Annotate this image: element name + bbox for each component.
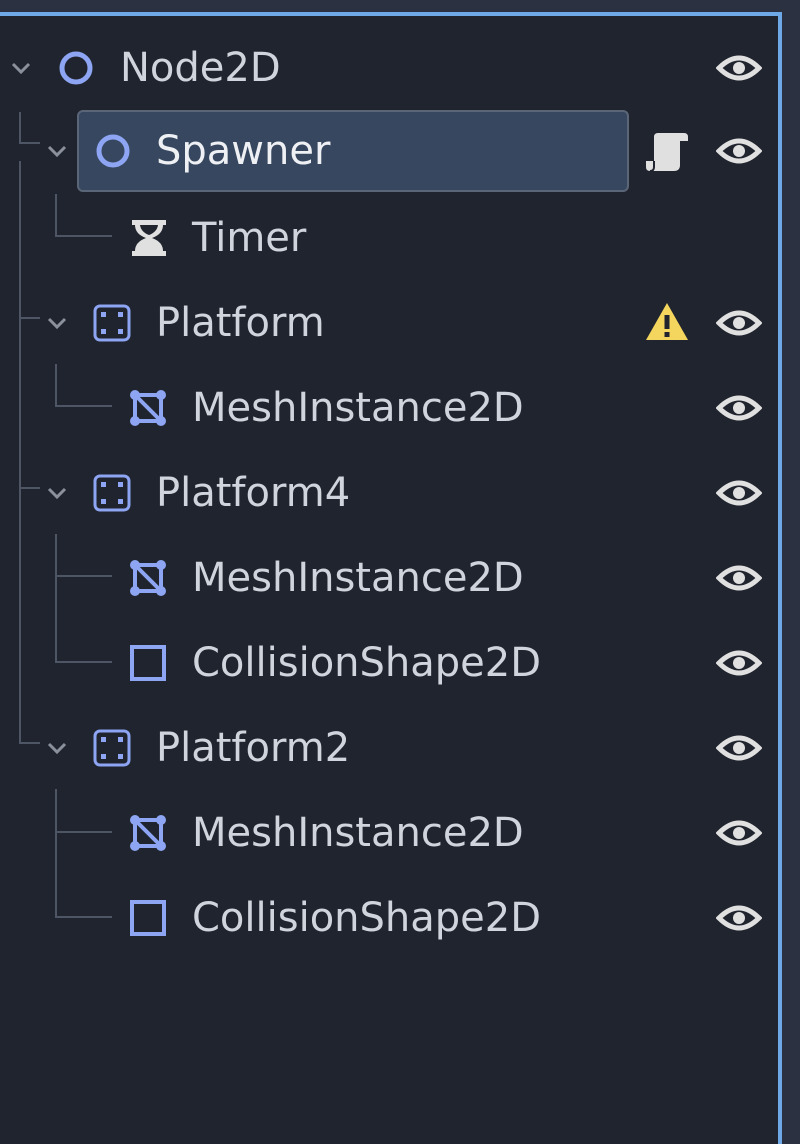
eye-visible-icon[interactable] <box>716 388 762 428</box>
node-label: Node2D <box>120 45 281 91</box>
eye-visible-icon[interactable] <box>716 813 762 853</box>
scene-tree-panel: Node2D Spawner Timer Platform MeshInstan… <box>0 12 782 1144</box>
node-label: CollisionShape2D <box>192 640 542 686</box>
node-label: MeshInstance2D <box>192 385 524 431</box>
collisionshape2d-square-icon <box>130 900 166 936</box>
eye-visible-icon[interactable] <box>716 558 762 598</box>
tree-item-timer[interactable]: Timer <box>0 199 778 277</box>
meshinstance2d-icon <box>130 390 166 426</box>
eye-visible-icon[interactable] <box>716 303 762 343</box>
node-label: Spawner <box>156 128 331 174</box>
area2d-dotted-rect-icon <box>93 304 131 342</box>
chevron-down-icon[interactable] <box>45 481 69 505</box>
node-label: CollisionShape2D <box>192 895 542 941</box>
eye-visible-icon[interactable] <box>716 473 762 513</box>
area2d-dotted-rect-icon <box>93 729 131 767</box>
node2d-circle-icon <box>96 134 130 168</box>
node-label: MeshInstance2D <box>192 555 524 601</box>
node-label: Platform4 <box>156 470 351 516</box>
tree-item-collisionshape2d[interactable]: CollisionShape2D <box>0 624 778 702</box>
eye-visible-icon[interactable] <box>716 48 762 88</box>
node-label: Platform2 <box>156 725 351 771</box>
hourglass-icon <box>132 220 166 256</box>
meshinstance2d-icon <box>130 560 166 596</box>
node-label: Platform <box>156 300 325 346</box>
node-label: MeshInstance2D <box>192 810 524 856</box>
chevron-down-icon[interactable] <box>45 139 69 163</box>
chevron-down-icon[interactable] <box>9 56 33 80</box>
chevron-down-icon[interactable] <box>45 736 69 760</box>
area2d-dotted-rect-icon <box>93 474 131 512</box>
tree-item-meshinstance2d[interactable]: MeshInstance2D <box>0 794 778 872</box>
meshinstance2d-icon <box>130 815 166 851</box>
chevron-down-icon[interactable] <box>45 311 69 335</box>
warning-icon[interactable] <box>644 301 690 343</box>
collisionshape2d-square-icon <box>130 645 166 681</box>
tree-item-collisionshape2d[interactable]: CollisionShape2D <box>0 879 778 957</box>
eye-visible-icon[interactable] <box>716 898 762 938</box>
tree-item-platform4[interactable]: Platform4 <box>0 454 778 532</box>
node2d-circle-icon <box>59 51 93 85</box>
tree-item-meshinstance2d[interactable]: MeshInstance2D <box>0 369 778 447</box>
eye-visible-icon[interactable] <box>716 728 762 768</box>
tree-item-meshinstance2d[interactable]: MeshInstance2D <box>0 539 778 617</box>
tree-item-spawner[interactable]: Spawner <box>0 110 778 192</box>
tree-item-platform[interactable]: Platform <box>0 284 778 362</box>
node-label: Timer <box>192 215 307 261</box>
tree-item-platform2[interactable]: Platform2 <box>0 709 778 787</box>
tree-item-node2d[interactable]: Node2D <box>0 29 778 107</box>
eye-visible-icon[interactable] <box>716 131 762 171</box>
script-scroll-icon[interactable] <box>644 127 690 175</box>
eye-visible-icon[interactable] <box>716 643 762 683</box>
